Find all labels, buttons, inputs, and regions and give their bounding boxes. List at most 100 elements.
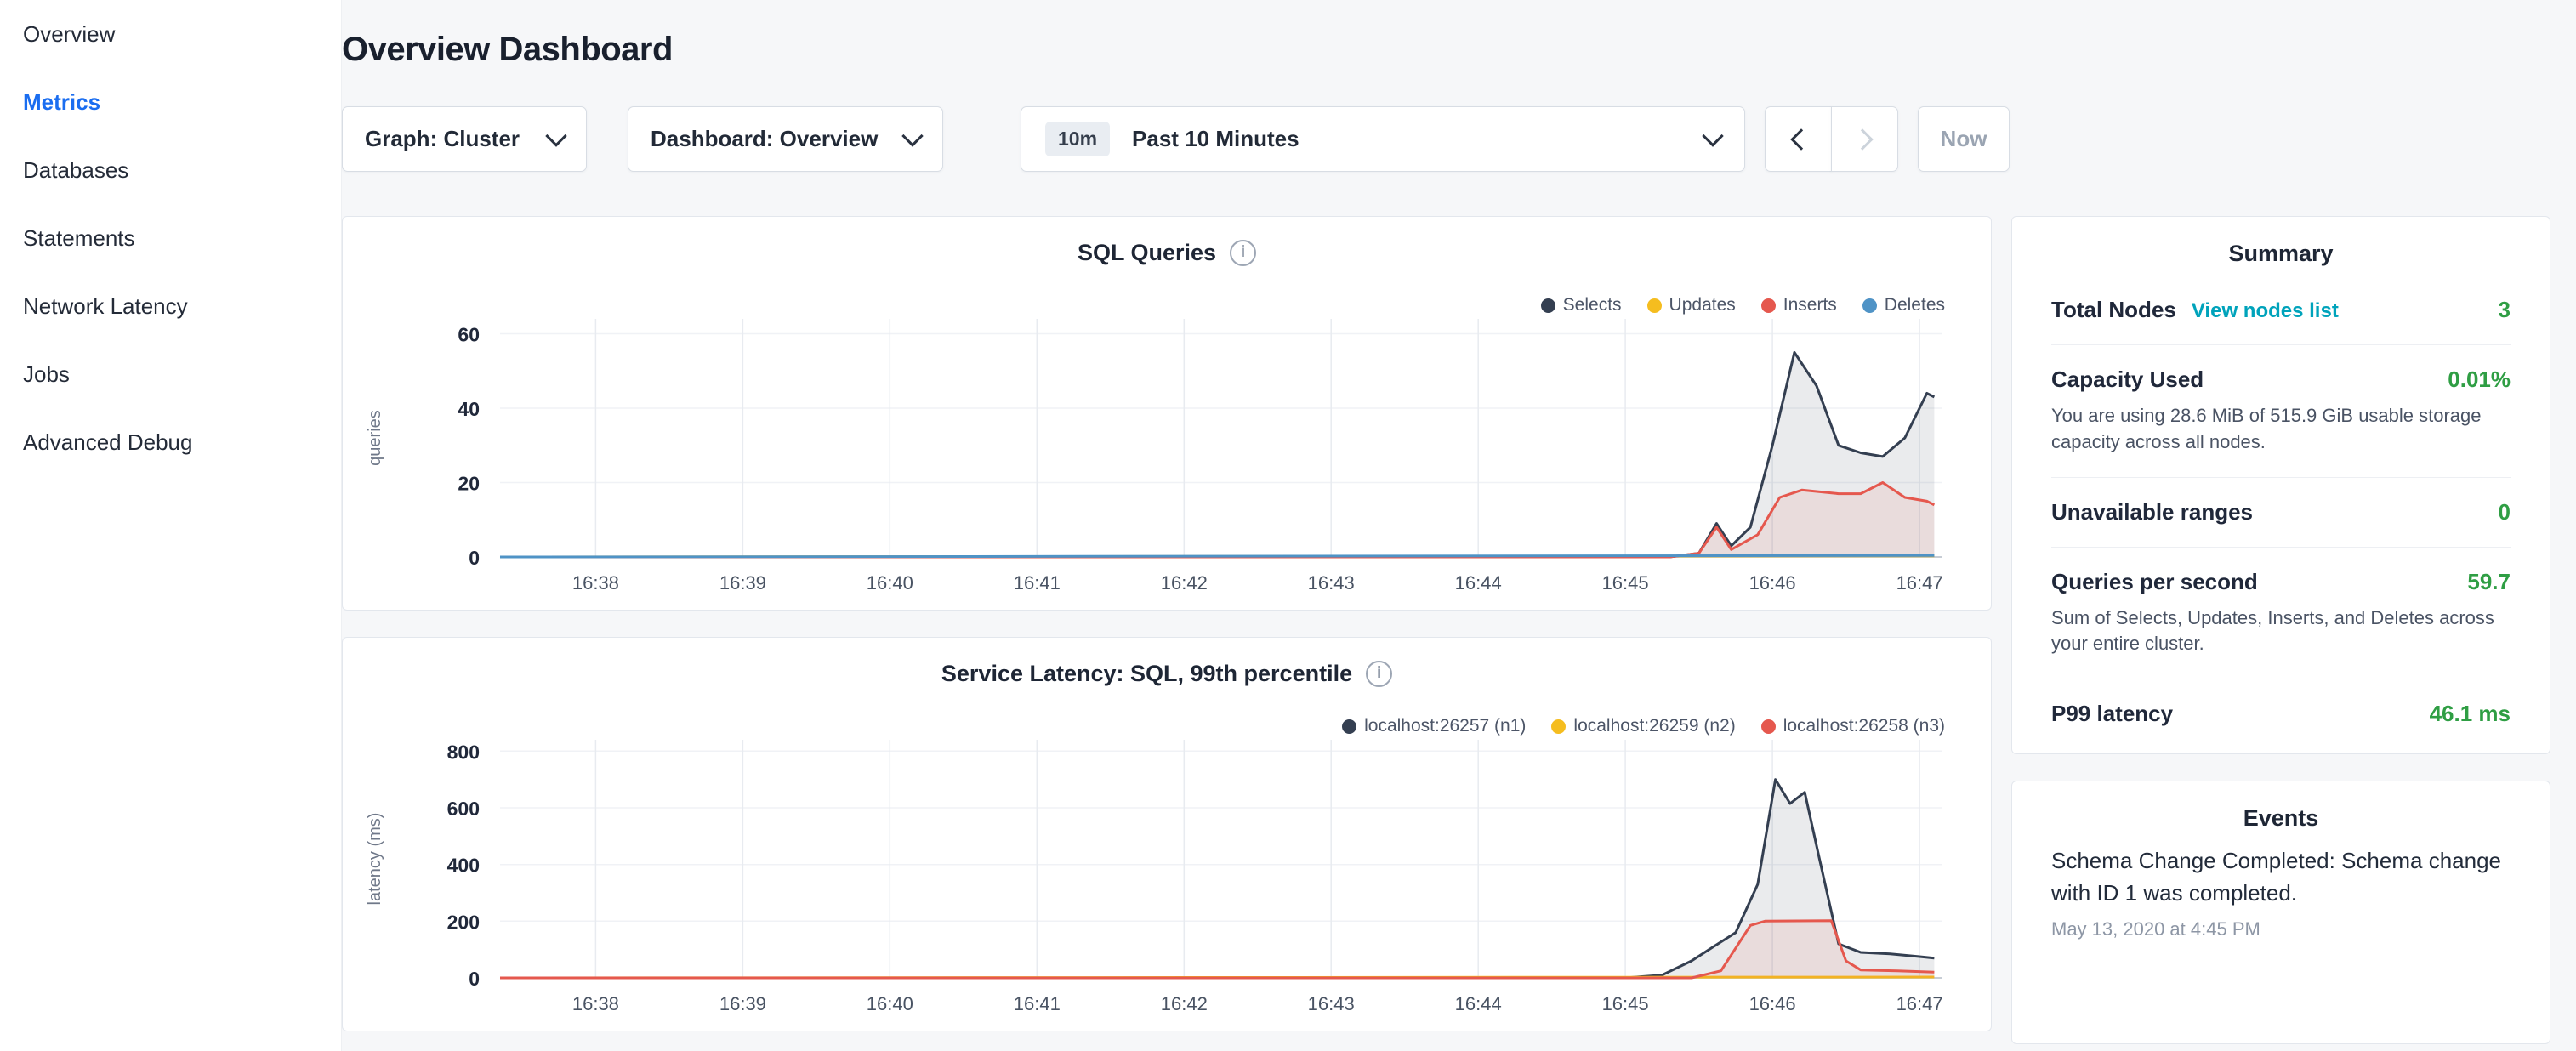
controls-bar: Graph: Cluster Dashboard: Overview 10m P… (342, 106, 2550, 172)
svg-text:16:46: 16:46 (1749, 993, 1796, 1014)
time-range-selector[interactable]: 10m Past 10 Minutes (1021, 106, 1745, 172)
svg-text:20: 20 (458, 473, 480, 495)
sidebar-item-overview[interactable]: Overview (0, 0, 341, 68)
sidebar-item-network-latency[interactable]: Network Latency (0, 272, 341, 340)
chevron-right-icon (1851, 128, 1873, 150)
legend-dot (1761, 719, 1776, 734)
sidebar: Overview Metrics Databases Statements Ne… (0, 0, 342, 1051)
series-area (500, 780, 1934, 978)
svg-text:16:43: 16:43 (1308, 572, 1355, 594)
svg-text:queries: queries (366, 410, 384, 466)
summary-row-p99-latency: P99 latency 46.1 ms (2051, 679, 2511, 748)
legend-dot (1862, 298, 1877, 313)
time-step-buttons (1765, 106, 1898, 172)
svg-text:16:47: 16:47 (1896, 572, 1943, 594)
svg-text:200: 200 (447, 911, 480, 933)
svg-text:16:47: 16:47 (1896, 993, 1943, 1014)
svg-text:40: 40 (458, 398, 480, 420)
legend-item[interactable]: Selects (1541, 295, 1622, 315)
legend-item[interactable]: Deletes (1862, 295, 1945, 315)
svg-text:16:42: 16:42 (1161, 572, 1208, 594)
info-icon[interactable]: i (1366, 661, 1392, 687)
chevron-down-icon (545, 125, 566, 146)
summary-row-capacity-used: Capacity Used 0.01% You are using 28.6 M… (2051, 345, 2511, 478)
events-title: Events (2051, 805, 2511, 832)
summary-row-total-nodes: Total Nodes View nodes list 3 (2051, 276, 2511, 345)
chart-title: SQL Queries (1078, 240, 1216, 266)
events-panel: Events Schema Change Completed: Schema c… (2011, 781, 2550, 1044)
chart-canvas[interactable]: 020040060080016:3816:3916:4016:4116:4216… (343, 730, 1991, 1029)
graph-dropdown[interactable]: Graph: Cluster (342, 106, 587, 172)
summary-row-value: 59.7 (2467, 569, 2511, 595)
svg-text:16:39: 16:39 (719, 572, 766, 594)
dashboard-dropdown[interactable]: Dashboard: Overview (628, 106, 943, 172)
app-root: Overview Metrics Databases Statements Ne… (0, 0, 2576, 1044)
page-title: Overview Dashboard (342, 31, 2550, 69)
legend-dot (1647, 298, 1662, 313)
legend-item[interactable]: localhost:26258 (n3) (1761, 716, 1945, 736)
chart-legend: localhost:26257 (n1) localhost:26259 (n2)… (1342, 716, 1945, 736)
chart-legend: Selects Updates Inserts Deletes (1541, 295, 1945, 315)
legend-dot (1342, 719, 1356, 734)
summary-row-label: Capacity Used (2051, 366, 2204, 393)
legend-label: Updates (1669, 295, 1736, 315)
legend-label: Deletes (1885, 295, 1945, 315)
main-content: Overview Dashboard Graph: Cluster Dashbo… (342, 0, 2576, 1044)
summary-title: Summary (2051, 241, 2511, 267)
summary-row-description: Sum of Selects, Updates, Inserts, and De… (2051, 605, 2511, 658)
time-range-label: Past 10 Minutes (1132, 126, 1683, 152)
legend-item[interactable]: Updates (1647, 295, 1736, 315)
legend-label: Selects (1563, 295, 1622, 315)
sidebar-item-jobs[interactable]: Jobs (0, 340, 341, 408)
svg-text:16:40: 16:40 (867, 993, 913, 1014)
svg-text:16:41: 16:41 (1014, 572, 1061, 594)
svg-text:16:42: 16:42 (1161, 993, 1208, 1014)
svg-text:16:41: 16:41 (1014, 993, 1061, 1014)
sidebar-item-advanced-debug[interactable]: Advanced Debug (0, 408, 341, 476)
svg-text:16:38: 16:38 (572, 572, 619, 594)
svg-text:16:45: 16:45 (1602, 993, 1649, 1014)
event-timestamp: May 13, 2020 at 4:45 PM (2051, 918, 2511, 940)
now-button[interactable]: Now (1918, 106, 2010, 172)
svg-text:16:44: 16:44 (1455, 572, 1502, 594)
svg-text:16:39: 16:39 (719, 993, 766, 1014)
chart-canvas[interactable]: 020406016:3816:3916:4016:4116:4216:4316:… (343, 309, 1991, 608)
summary-panel: Summary Total Nodes View nodes list 3 (2011, 216, 2550, 754)
summary-row-queries-per-second: Queries per second 59.7 Sum of Selects, … (2051, 548, 2511, 680)
legend-item[interactable]: Inserts (1761, 295, 1837, 315)
summary-row-value: 46.1 ms (2430, 701, 2511, 727)
summary-row-label: Total Nodes (2051, 297, 2176, 323)
time-prev-button[interactable] (1765, 106, 1832, 172)
info-icon[interactable]: i (1230, 240, 1256, 266)
dashboard-body: SQL Queries i Selects Updates Inserts Delet… (342, 216, 2550, 1044)
time-next-button[interactable] (1831, 106, 1898, 172)
legend-label: localhost:26259 (n2) (1573, 716, 1735, 736)
graph-dropdown-label: Graph: Cluster (365, 126, 520, 152)
charts-column: SQL Queries i Selects Updates Inserts Delet… (342, 216, 1992, 1031)
view-nodes-link[interactable]: View nodes list (2192, 299, 2339, 323)
svg-text:600: 600 (447, 798, 480, 820)
event-message: Schema Change Completed: Schema change w… (2051, 845, 2511, 909)
right-column: Summary Total Nodes View nodes list 3 (2011, 216, 2550, 1044)
legend-label: localhost:26257 (n1) (1364, 716, 1526, 736)
dashboard-dropdown-label: Dashboard: Overview (651, 126, 878, 152)
sidebar-item-databases[interactable]: Databases (0, 136, 341, 204)
svg-text:800: 800 (447, 741, 480, 763)
summary-row-value: 0 (2499, 499, 2511, 526)
svg-text:16:38: 16:38 (572, 993, 619, 1014)
svg-text:16:46: 16:46 (1749, 572, 1796, 594)
legend-item[interactable]: localhost:26257 (n1) (1342, 716, 1526, 736)
legend-label: Inserts (1783, 295, 1837, 315)
chart-title: Service Latency: SQL, 99th percentile (941, 661, 1352, 687)
legend-dot (1761, 298, 1776, 313)
summary-row-label: Unavailable ranges (2051, 499, 2253, 526)
legend-item[interactable]: localhost:26259 (n2) (1551, 716, 1735, 736)
summary-row-value: 3 (2499, 297, 2511, 323)
svg-text:16:43: 16:43 (1308, 993, 1355, 1014)
svg-text:0: 0 (469, 968, 480, 990)
sidebar-item-statements[interactable]: Statements (0, 204, 341, 272)
legend-label: localhost:26258 (n3) (1783, 716, 1945, 736)
sidebar-item-metrics[interactable]: Metrics (0, 68, 341, 136)
service-latency-chart-card: Service Latency: SQL, 99th percentile i … (342, 637, 1992, 1031)
time-range-badge: 10m (1045, 122, 1110, 156)
